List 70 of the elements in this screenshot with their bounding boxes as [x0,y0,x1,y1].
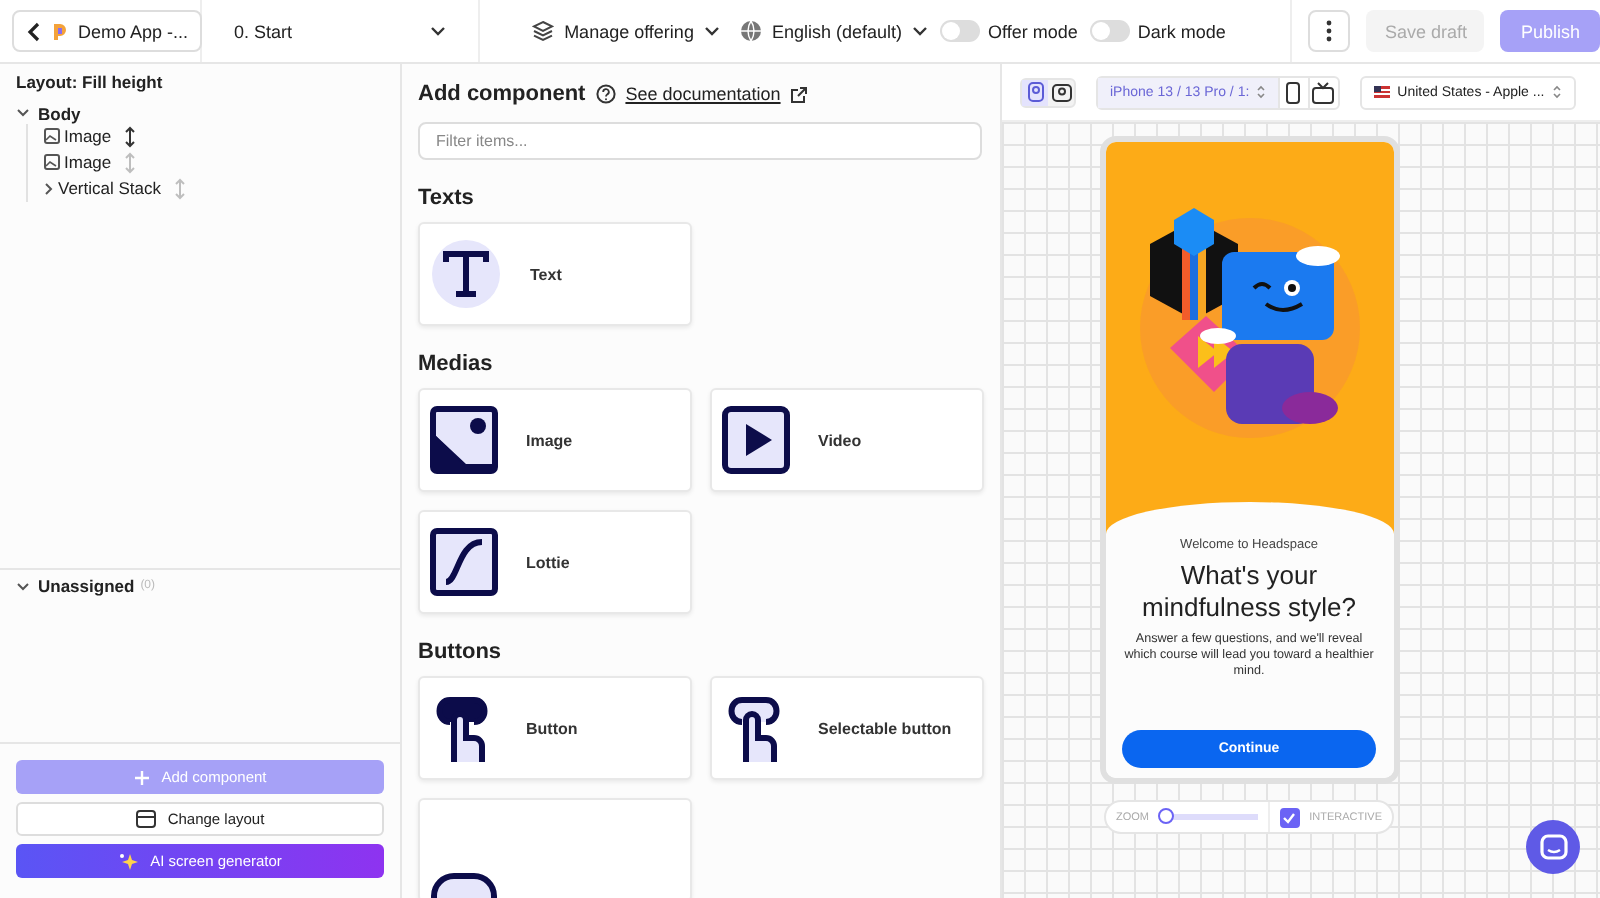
headline: What's your mindfulness style? [1140,560,1358,624]
chevron-down-icon [912,26,928,36]
globe-icon [739,20,762,42]
tree-item[interactable]: Unassigned [16,576,135,596]
component-card[interactable]: Video [710,388,984,492]
chevron-down-icon [703,26,720,36]
more-button[interactable] [1308,10,1351,52]
toggle-switch[interactable] [940,20,980,42]
layers-icon [532,20,555,42]
section-heading: Buttons [418,640,504,664]
person-frame-icon [1027,82,1043,102]
section-heading: Medias [418,352,495,376]
tv-button[interactable] [1307,77,1338,107]
card-label: Video [818,431,862,449]
tree-item[interactable]: Vertical Stack [44,178,161,198]
logo-icon [52,21,68,41]
language-dropdown[interactable]: English (default) [739,20,928,42]
card-label: Text [530,265,562,283]
interactive-checkbox[interactable] [1280,807,1300,827]
portrait-button[interactable] [1022,79,1048,105]
panel-title: Add component [418,82,586,106]
manage-offering-dropdown[interactable]: Manage offering [532,20,720,42]
text-icon [430,238,502,310]
component-card[interactable]: Text [418,222,692,326]
section-heading: Texts [418,186,476,210]
more-vertical-icon [1326,20,1333,42]
curve-icon [430,528,498,596]
filter-input[interactable]: Filter items... [418,122,982,160]
chevron-updown-icon [1255,84,1266,100]
app-back-button[interactable]: Demo App -... [12,10,203,52]
component-card[interactable]: Lottie [418,510,692,614]
help-icon[interactable] [595,84,616,104]
phone-icon [1286,81,1301,103]
component-card[interactable]: Image [418,388,692,492]
chevron-down-icon [430,26,447,36]
image-icon [44,154,60,170]
component-card[interactable]: Selectable button [710,676,984,780]
landscape-button[interactable] [1048,79,1074,105]
card-label: Lottie [526,553,570,571]
flag-icon [1373,86,1390,98]
tree-item[interactable]: Image [44,152,112,172]
tree-item[interactable]: Image [44,126,112,146]
toggle-switch[interactable] [1089,20,1130,42]
card-label: Image [526,431,573,449]
toggle-icon [430,872,498,898]
chevron-left-icon [26,21,42,41]
play-icon [722,406,790,474]
image-icon [44,128,60,144]
chat-button[interactable] [1526,820,1580,874]
component-card[interactable]: Button [418,676,692,780]
zoom-slider[interactable] [1159,807,1259,827]
card-label: Selectable button [818,719,952,737]
plus-icon [133,769,150,785]
layout-title: Layout: Fill height [16,72,165,92]
slider-thumb[interactable] [1157,807,1173,823]
toggle-label: Offer mode [988,21,1078,41]
sparkle-icon [118,851,139,871]
tree-item[interactable]: Body [16,103,81,123]
layout-icon [135,810,156,828]
person-frame-icon [1051,83,1071,101]
resize-vertical-icon[interactable] [123,125,136,147]
screen-dropdown[interactable]: 0. Start [202,0,481,62]
card-label: Button [526,719,578,737]
external-link-icon[interactable] [790,85,809,103]
toggle-label: Dark mode [1137,21,1226,41]
image-icon [430,406,498,474]
chevron-updown-icon [1552,84,1563,100]
documentation-link[interactable]: See documentation [625,84,781,104]
tv-icon [1312,81,1335,103]
chat-icon [1539,834,1567,860]
